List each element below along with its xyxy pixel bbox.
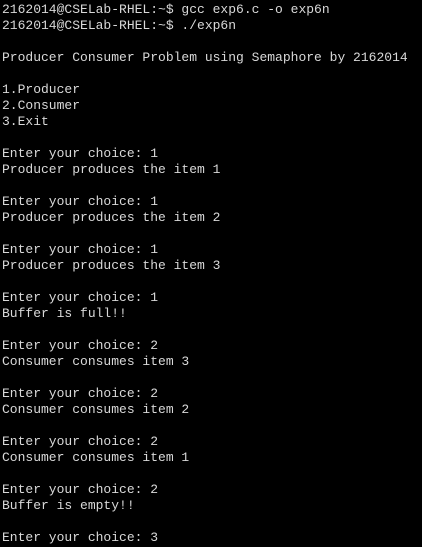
terminal-line: 3.Exit bbox=[2, 114, 49, 129]
terminal-line: Enter your choice: 2 bbox=[2, 434, 159, 449]
terminal-line: Enter your choice: 2 bbox=[2, 482, 159, 497]
terminal-window[interactable]: 2162014@CSELab-RHEL:~$ gcc exp6.c -o exp… bbox=[0, 0, 422, 547]
terminal-line: Buffer is full!! bbox=[2, 306, 127, 321]
terminal-line: 1.Producer bbox=[2, 82, 81, 97]
terminal-line: Producer produces the item 3 bbox=[2, 258, 221, 273]
terminal-line: Enter your choice: 1 bbox=[2, 290, 159, 305]
terminal-line: Enter your choice: 2 bbox=[2, 338, 159, 353]
terminal-line: Enter your choice: 3 bbox=[2, 530, 159, 545]
terminal-line: Buffer is empty!! bbox=[2, 498, 135, 513]
terminal-line: Enter your choice: 1 bbox=[2, 242, 159, 257]
terminal-line: Producer produces the item 1 bbox=[2, 162, 221, 177]
terminal-line: Producer produces the item 2 bbox=[2, 210, 221, 225]
terminal-input-line[interactable]: Enter your choice: 3 bbox=[2, 530, 422, 546]
terminal-line: 2162014@CSELab-RHEL:~$ gcc exp6.c -o exp… bbox=[2, 2, 330, 17]
terminal-line: Enter your choice: 1 bbox=[2, 194, 159, 209]
terminal-line: Consumer consumes item 1 bbox=[2, 450, 190, 465]
terminal-line: Consumer consumes item 2 bbox=[2, 402, 190, 417]
terminal-line: 2.Consumer bbox=[2, 98, 81, 113]
terminal-line: Producer Consumer Problem using Semaphor… bbox=[2, 50, 408, 65]
terminal-line: 2162014@CSELab-RHEL:~$ ./exp6n bbox=[2, 18, 237, 33]
terminal-line: Consumer consumes item 3 bbox=[2, 354, 190, 369]
terminal-line: Enter your choice: 1 bbox=[2, 146, 159, 161]
terminal-line: Enter your choice: 2 bbox=[2, 386, 159, 401]
